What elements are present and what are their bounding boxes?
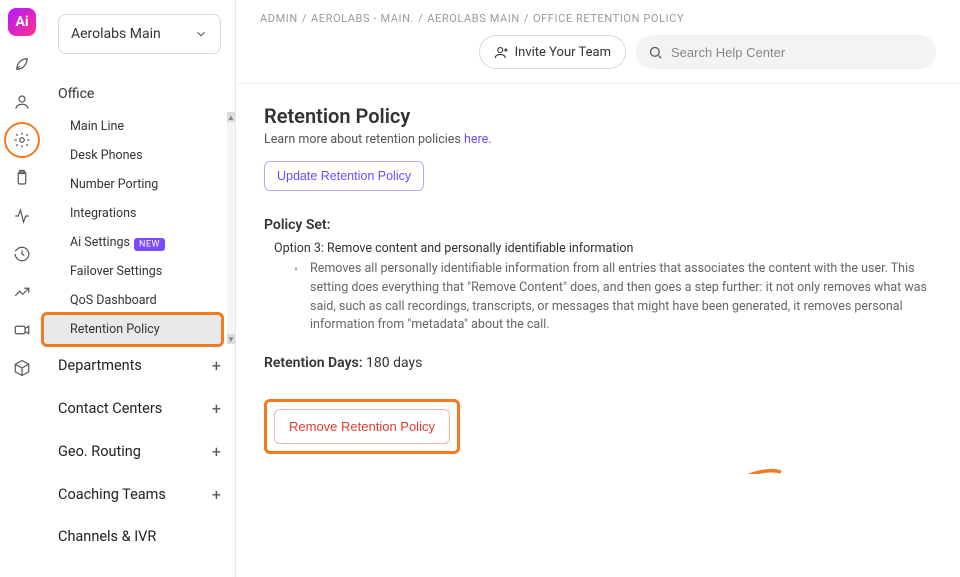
annotation-arrow-icon bbox=[706, 464, 786, 474]
invite-team-label: Invite Your Team bbox=[515, 45, 611, 60]
sidebar-item-ai-settings[interactable]: Ai Settings NEW bbox=[44, 228, 221, 257]
sidebar-cat-label: Contact Centers bbox=[58, 400, 162, 417]
activity-icon[interactable] bbox=[4, 198, 40, 234]
sidebar: Aerolabs Main Office ▲ Main Line Desk Ph… bbox=[44, 0, 236, 577]
breadcrumb-segment[interactable]: AEROLABS MAIN bbox=[427, 12, 520, 25]
plus-icon: + bbox=[212, 442, 221, 461]
scroll-down-icon[interactable]: ▼ bbox=[227, 334, 235, 344]
plus-icon: + bbox=[212, 485, 221, 504]
sidebar-item-qos-dashboard[interactable]: QoS Dashboard bbox=[44, 286, 221, 315]
sidebar-cat-departments[interactable]: Departments + bbox=[44, 344, 235, 387]
rocket-icon[interactable] bbox=[4, 46, 40, 82]
sidebar-item-label: Integrations bbox=[70, 206, 136, 221]
sidebar-item-label: Number Porting bbox=[70, 177, 158, 192]
page-title: Retention Policy bbox=[264, 104, 932, 128]
plus-icon: + bbox=[212, 356, 221, 375]
invite-team-button[interactable]: Invite Your Team bbox=[479, 35, 626, 69]
breadcrumb-segment[interactable]: AEROLABS - MAIN. bbox=[311, 12, 414, 25]
plus-icon: + bbox=[212, 399, 221, 418]
sidebar-cat-label: Coaching Teams bbox=[58, 486, 166, 503]
main-panel: ADMIN/AEROLABS - MAIN./AEROLABS MAIN/OFF… bbox=[236, 0, 960, 577]
org-selector-label: Aerolabs Main bbox=[71, 26, 161, 42]
scroll-up-icon[interactable]: ▲ bbox=[227, 112, 235, 122]
retention-days-label: Retention Days: bbox=[264, 355, 363, 371]
sidebar-item-main-line[interactable]: Main Line bbox=[44, 112, 221, 141]
clipboard-icon[interactable] bbox=[4, 160, 40, 196]
sidebar-item-desk-phones[interactable]: Desk Phones bbox=[44, 141, 221, 170]
sidebar-section-office: Office bbox=[44, 62, 235, 112]
sidebar-cat-coaching-teams[interactable]: Coaching Teams + bbox=[44, 473, 235, 516]
sidebar-cat-label: Departments bbox=[58, 357, 142, 374]
retention-days-value: 180 days bbox=[366, 355, 422, 371]
org-selector[interactable]: Aerolabs Main bbox=[58, 14, 221, 54]
sidebar-item-label: Desk Phones bbox=[70, 148, 143, 163]
new-badge: NEW bbox=[134, 238, 165, 251]
sidebar-item-label: Ai Settings bbox=[70, 235, 130, 250]
user-icon[interactable] bbox=[4, 84, 40, 120]
policy-option-title: Option 3: Remove content and personally … bbox=[274, 241, 932, 256]
gear-icon[interactable] bbox=[4, 122, 40, 158]
retention-days: Retention Days: 180 days bbox=[264, 355, 932, 371]
scrollbar-track[interactable] bbox=[227, 112, 235, 344]
camera-icon[interactable] bbox=[4, 312, 40, 348]
help-search-input[interactable] bbox=[671, 45, 924, 60]
page-subtext: Learn more about retention policies here… bbox=[264, 132, 932, 147]
trend-icon[interactable] bbox=[4, 274, 40, 310]
page-content: Retention Policy Learn more about retent… bbox=[236, 84, 960, 474]
policy-option-description: Removes all personally identifiable info… bbox=[310, 260, 932, 335]
sidebar-item-integrations[interactable]: Integrations bbox=[44, 199, 221, 228]
app-logo[interactable]: Ai bbox=[8, 8, 36, 36]
help-search[interactable] bbox=[636, 35, 936, 69]
nav-rail: Ai bbox=[0, 0, 44, 577]
policy-set-heading: Policy Set: bbox=[264, 217, 932, 233]
remove-retention-policy-button[interactable]: Remove Retention Policy bbox=[274, 409, 450, 444]
breadcrumb: ADMIN/AEROLABS - MAIN./AEROLABS MAIN/OFF… bbox=[260, 12, 936, 25]
topbar: ADMIN/AEROLABS - MAIN./AEROLABS MAIN/OFF… bbox=[236, 0, 960, 84]
sidebar-item-label: Failover Settings bbox=[70, 264, 162, 279]
sidebar-cat-label: Channels & IVR bbox=[58, 528, 156, 545]
sidebar-item-label: Retention Policy bbox=[70, 322, 160, 337]
remove-policy-highlight: Remove Retention Policy bbox=[264, 399, 460, 454]
sidebar-cat-label: Geo. Routing bbox=[58, 443, 141, 460]
sidebar-cat-geo-routing[interactable]: Geo. Routing + bbox=[44, 430, 235, 473]
sidebar-cat-channels-ivr[interactable]: Channels & IVR bbox=[44, 516, 235, 557]
breadcrumb-segment: OFFICE RETENTION POLICY bbox=[533, 12, 684, 25]
chevron-down-icon bbox=[194, 27, 208, 41]
breadcrumb-segment[interactable]: ADMIN bbox=[260, 12, 298, 25]
sidebar-item-label: QoS Dashboard bbox=[70, 293, 157, 308]
sidebar-tree: ▲ Main Line Desk Phones Number Porting I… bbox=[44, 112, 235, 344]
sidebar-cat-contact-centers[interactable]: Contact Centers + bbox=[44, 387, 235, 430]
sidebar-item-failover-settings[interactable]: Failover Settings bbox=[44, 257, 221, 286]
sidebar-item-retention-policy[interactable]: Retention Policy bbox=[44, 315, 221, 344]
sidebar-item-number-porting[interactable]: Number Porting bbox=[44, 170, 221, 199]
sidebar-item-label: Main Line bbox=[70, 119, 124, 134]
learn-more-link[interactable]: here bbox=[464, 132, 488, 147]
search-icon bbox=[648, 45, 663, 60]
add-user-icon bbox=[494, 45, 509, 60]
history-icon[interactable] bbox=[4, 236, 40, 272]
cube-icon[interactable] bbox=[4, 350, 40, 386]
update-retention-policy-button[interactable]: Update Retention Policy bbox=[264, 161, 424, 191]
